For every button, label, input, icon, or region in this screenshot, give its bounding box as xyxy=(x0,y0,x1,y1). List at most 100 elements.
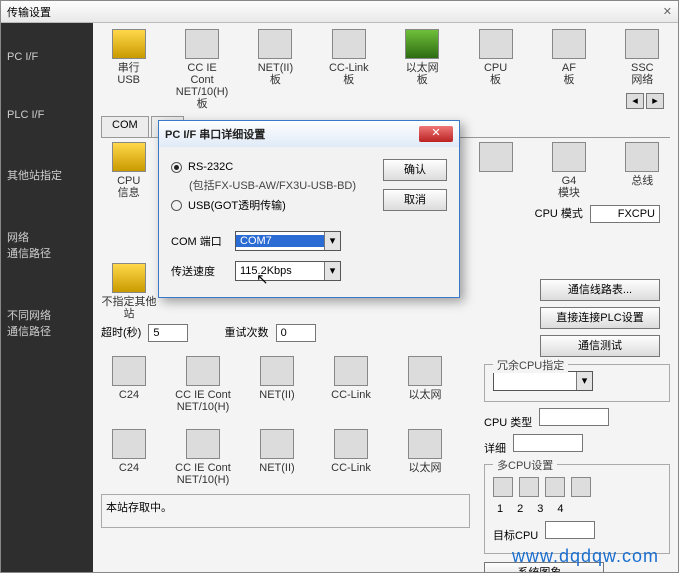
ethernet-icon xyxy=(405,29,439,59)
dialog-ok-button[interactable]: 确认 xyxy=(383,159,447,181)
cpu-mode-field[interactable]: FXCPU xyxy=(590,205,660,223)
target-cpu-label: 目标CPU xyxy=(493,527,538,543)
timeout-field[interactable]: 5 xyxy=(148,324,188,342)
target-cpu-field[interactable] xyxy=(545,521,595,539)
comm-test-button[interactable]: 通信测试 xyxy=(540,335,660,357)
mouse-cursor-icon: ↖ xyxy=(256,270,269,288)
dnet-cclink[interactable]: CC-Link xyxy=(323,429,379,486)
sidebar-item-network-path[interactable]: 网络 通信路径 xyxy=(1,221,93,269)
status-bar: 本站存取中。 xyxy=(101,494,470,528)
sidebar: PC I/F PLC I/F 其他站指定 网络 通信路径 不同网络 通信路径 xyxy=(1,23,93,572)
multi-cpu-squares xyxy=(493,477,661,497)
baud-value: 115.2Kbps xyxy=(236,265,324,277)
board-icon xyxy=(186,356,220,386)
other-station-icon[interactable]: 不指定其他站 xyxy=(101,263,157,320)
board-icon xyxy=(260,429,294,459)
dialog-close-button[interactable]: ✕ xyxy=(419,126,453,142)
dialog-title: PC I/F 串口详细设置 xyxy=(165,126,419,142)
window-title: 传输设置 xyxy=(7,4,663,20)
chevron-down-icon[interactable]: ▾ xyxy=(324,232,340,250)
pcif-cclink[interactable]: CC-Link 板 xyxy=(321,29,376,110)
plcif-slot[interactable] xyxy=(468,142,523,199)
net-c24[interactable]: C24 xyxy=(101,356,157,413)
pcif-cpu[interactable]: CPU 板 xyxy=(468,29,523,110)
watermark: www.dqdqw.com xyxy=(512,546,659,567)
pcif-ccie[interactable]: CC IE Cont NET/10(H)板 xyxy=(174,29,229,110)
redundant-combo[interactable]: ▾ xyxy=(493,371,593,391)
net-netii[interactable]: NET(II) xyxy=(249,356,305,413)
board-icon xyxy=(332,29,366,59)
cpu-icon xyxy=(112,142,146,172)
board-icon xyxy=(408,429,442,459)
dnet-ethernet[interactable]: 以太网 xyxy=(397,429,453,486)
pcif-ethernet[interactable]: 以太网 板 xyxy=(395,29,450,110)
dnet-netii[interactable]: NET(II) xyxy=(249,429,305,486)
sidebar-item-diff-network-path[interactable]: 不同网络 通信路径 xyxy=(1,299,93,347)
board-icon xyxy=(552,142,586,172)
redundant-legend: 冗余CPU指定 xyxy=(493,357,568,373)
timeout-label: 超时(秒) xyxy=(101,324,141,340)
net-ethernet[interactable]: 以太网 xyxy=(397,356,453,413)
plcif-g4[interactable]: G4 模块 xyxy=(541,142,596,199)
cpu-4[interactable] xyxy=(571,477,591,497)
net-path-row: C24 CC IE Cont NET/10(H) NET(II) CC-Link… xyxy=(101,356,470,413)
status-text: 本站存取中。 xyxy=(106,502,172,514)
board-icon xyxy=(334,356,368,386)
pcif-icon-row: 串行 USB CC IE Cont NET/10(H)板 NET(II) 板 C… xyxy=(101,29,670,110)
tab-com[interactable]: COM xyxy=(101,116,149,137)
board-icon xyxy=(479,29,513,59)
cpu-type-label: CPU 类型 xyxy=(484,414,532,430)
direct-plc-button[interactable]: 直接连接PLC设置 xyxy=(540,307,660,329)
board-icon xyxy=(625,29,659,59)
scroll-left-button[interactable]: ◂ xyxy=(626,93,644,109)
multi-cpu-legend: 多CPU设置 xyxy=(493,457,557,473)
net-cclink[interactable]: CC-Link xyxy=(323,356,379,413)
sidebar-item-plc-if[interactable]: PLC I/F xyxy=(1,101,93,129)
cpu-1[interactable] xyxy=(493,477,513,497)
baud-row: 传送速度 115.2Kbps ▾ xyxy=(171,261,447,281)
chevron-down-icon: ▾ xyxy=(576,372,592,390)
dialog-titlebar[interactable]: PC I/F 串口详细设置 ✕ xyxy=(159,121,459,147)
baud-label: 传送速度 xyxy=(171,263,225,279)
radio-dot-icon xyxy=(171,200,182,211)
pcif-serial-usb[interactable]: 串行 USB xyxy=(101,29,156,110)
cpu-2[interactable] xyxy=(519,477,539,497)
cpu-type-field[interactable] xyxy=(539,408,609,426)
sidebar-item-pc-if[interactable]: PC I/F xyxy=(1,43,93,71)
radio-rs232c-label: RS-232C xyxy=(188,161,233,173)
pcif-af[interactable]: AF 板 xyxy=(541,29,596,110)
board-icon xyxy=(186,429,220,459)
board-icon xyxy=(185,29,219,59)
radio-usb-label: USB(GOT透明传输) xyxy=(188,197,286,213)
redundant-cpu-group: 冗余CPU指定 ▾ xyxy=(484,364,670,402)
dnet-c24[interactable]: C24 xyxy=(101,429,157,486)
com-port-combo[interactable]: COM7 ▾ xyxy=(235,231,341,251)
close-icon[interactable]: ✕ xyxy=(663,5,672,18)
route-list-button[interactable]: 通信线路表... xyxy=(540,279,660,301)
net-ccie[interactable]: CC IE Cont NET/10(H) xyxy=(175,356,231,413)
titlebar: 传输设置 ✕ xyxy=(1,1,678,23)
scroll-right-button[interactable]: ▸ xyxy=(646,93,664,109)
detail-field[interactable] xyxy=(513,434,583,452)
board-icon xyxy=(479,142,513,172)
detail-label: 详细 xyxy=(484,440,506,456)
pcif-serial-detail-dialog: PC I/F 串口详细设置 ✕ 确认 取消 RS-232C (包括FX-USB-… xyxy=(158,120,460,298)
chevron-down-icon[interactable]: ▾ xyxy=(324,262,340,280)
board-icon xyxy=(112,429,146,459)
board-icon xyxy=(408,356,442,386)
pcif-netii[interactable]: NET(II) 板 xyxy=(248,29,303,110)
dialog-cancel-button[interactable]: 取消 xyxy=(383,189,447,211)
baud-combo[interactable]: 115.2Kbps ▾ xyxy=(235,261,341,281)
dnet-ccie[interactable]: CC IE Cont NET/10(H) xyxy=(175,429,231,486)
board-icon xyxy=(260,356,294,386)
sidebar-item-other-station[interactable]: 其他站指定 xyxy=(1,159,93,191)
plcif-bus[interactable]: 总线 xyxy=(615,142,670,199)
com-port-label: COM 端口 xyxy=(171,233,225,249)
plcif-cpu[interactable]: CPU 信息 xyxy=(101,142,156,199)
station-icon xyxy=(112,263,146,293)
retry-label: 重试次数 xyxy=(225,324,269,340)
board-icon xyxy=(258,29,292,59)
board-icon xyxy=(112,356,146,386)
cpu-3[interactable] xyxy=(545,477,565,497)
retry-field[interactable]: 0 xyxy=(276,324,316,342)
